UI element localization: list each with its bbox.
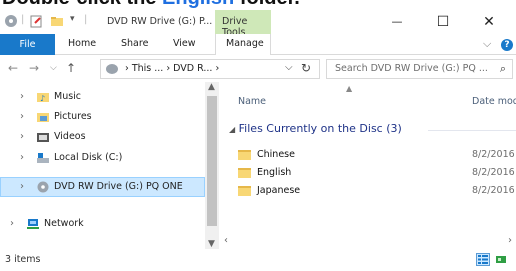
file-name: Japanese: [257, 185, 301, 196]
group-header[interactable]: ◢ Files Currently on the Disc (3): [229, 122, 402, 135]
file-list-pane: ▲ Name Date mod ◢ Files Currently on the…: [219, 82, 516, 249]
scroll-right-icon[interactable]: ›: [508, 235, 512, 246]
file-date: 8/2/2016: [472, 149, 515, 160]
ribbon-expand-icon[interactable]: ⌵: [483, 37, 491, 51]
folder-icon: [238, 186, 251, 196]
svg-text:♪: ♪: [40, 94, 45, 103]
details-view-icon: [478, 255, 488, 264]
large-icons-view-button[interactable]: [494, 253, 508, 266]
address-field[interactable]: › This ... › DVD R... › ⌵ ↻: [100, 59, 320, 79]
expand-chevron-icon[interactable]: ›: [20, 181, 24, 192]
network-icon: [27, 219, 39, 229]
ribbon-tabs: File Home Share View Manage ⌵ ?: [0, 34, 516, 55]
window-title: DVD RW Drive (G:) P...: [107, 16, 213, 27]
search-input[interactable]: Search DVD RW Drive (G:) PQ ... ⌕: [326, 59, 513, 79]
tab-home[interactable]: Home: [68, 38, 96, 49]
file-name: Chinese: [257, 149, 295, 160]
file-row-japanese[interactable]: Japanese 8/2/2016: [219, 182, 516, 200]
tab-file[interactable]: File: [0, 34, 55, 55]
pictures-folder-icon: [37, 113, 49, 122]
drive-icon: [106, 64, 118, 74]
nav-item-label: DVD RW Drive (G:) PQ ONE: [54, 181, 183, 192]
collapse-group-icon[interactable]: ◢: [229, 125, 235, 134]
address-dropdown-icon[interactable]: ⌵: [285, 62, 293, 73]
scrollbar-thumb[interactable]: [207, 96, 217, 226]
properties-icon[interactable]: [29, 14, 43, 28]
search-icon[interactable]: ⌕: [500, 62, 506, 76]
expand-chevron-icon[interactable]: ›: [20, 111, 24, 122]
nav-item-videos[interactable]: › Videos: [0, 127, 205, 147]
drive-tools-context-tab[interactable]: Drive Tools: [215, 10, 271, 38]
navigation-pane: › ♪ Music › Pictures › Videos › Local Di…: [0, 82, 219, 249]
music-folder-icon: ♪: [37, 93, 49, 103]
tab-view[interactable]: View: [173, 38, 196, 49]
file-date: 8/2/2016: [472, 167, 515, 178]
scroll-left-icon[interactable]: ‹: [224, 235, 228, 246]
group-header-label: Files Currently on the Disc (3): [238, 122, 402, 135]
forward-arrow-icon[interactable]: →: [29, 61, 39, 75]
file-row-english[interactable]: English 8/2/2016: [219, 164, 516, 182]
up-arrow-icon[interactable]: ↑: [66, 61, 76, 75]
status-bar: 3 items: [0, 249, 516, 271]
instruction-text: Double-click the English folder.: [2, 0, 300, 10]
new-folder-icon[interactable]: [50, 14, 64, 28]
nav-item-label: Videos: [54, 131, 86, 142]
expand-chevron-icon[interactable]: ›: [20, 152, 24, 163]
folder-icon: [238, 168, 251, 178]
scroll-up-icon[interactable]: ▲: [208, 82, 215, 92]
address-bar-row: ← → ⌵ ↑ › This ... › DVD R... › ⌵ ↻ Sear…: [0, 56, 516, 82]
file-date: 8/2/2016: [472, 185, 515, 196]
expand-chevron-icon[interactable]: ›: [20, 91, 24, 102]
explorer-drive-icon: [5, 15, 17, 27]
videos-folder-icon: [37, 133, 49, 142]
sort-ascending-icon: ▲: [346, 84, 353, 93]
recent-locations-icon[interactable]: ⌵: [50, 63, 57, 73]
group-divider: [428, 130, 516, 131]
search-placeholder: Search DVD RW Drive (G:) PQ ...: [335, 63, 488, 74]
item-count: 3 items: [5, 254, 41, 265]
file-name: English: [257, 167, 292, 178]
scroll-down-icon[interactable]: ▼: [208, 239, 215, 249]
nav-item-label: Pictures: [54, 111, 92, 122]
nav-item-label: Network: [44, 218, 84, 229]
maximize-button[interactable]: ☐: [420, 10, 466, 34]
nav-item-local-disk[interactable]: › Local Disk (C:): [0, 148, 205, 168]
refresh-icon[interactable]: ↻: [301, 61, 311, 75]
tab-manage-label: Manage: [226, 38, 264, 49]
file-list-horizontal-scrollbar[interactable]: ‹ ›: [219, 235, 516, 249]
dvd-drive-icon: [37, 181, 49, 193]
nav-pane-scrollbar[interactable]: ▲ ▼: [205, 82, 219, 249]
divider: |: [84, 14, 88, 25]
address-path: › This ... › DVD R... ›: [125, 63, 220, 74]
instruction-banner: Double-click the English folder.: [0, 0, 516, 10]
tab-share[interactable]: Share: [121, 38, 148, 49]
column-header-name[interactable]: Name: [238, 96, 266, 107]
nav-item-dvd-drive[interactable]: › DVD RW Drive (G:) PQ ONE: [0, 177, 205, 197]
tab-manage[interactable]: Manage: [215, 34, 271, 55]
help-icon[interactable]: ?: [501, 39, 513, 51]
nav-item-label: Music: [54, 91, 82, 102]
expand-chevron-icon[interactable]: ›: [20, 131, 24, 142]
file-row-chinese[interactable]: Chinese 8/2/2016: [219, 146, 516, 164]
divider: |: [21, 14, 25, 25]
local-disk-icon: [37, 153, 49, 163]
expand-chevron-icon[interactable]: ›: [10, 218, 14, 229]
nav-item-label: Local Disk (C:): [54, 152, 123, 163]
minimize-button[interactable]: —: [374, 10, 420, 34]
nav-item-network[interactable]: › Network: [0, 214, 205, 234]
folder-icon: [238, 150, 251, 160]
nav-item-pictures[interactable]: › Pictures: [0, 107, 205, 127]
back-arrow-icon[interactable]: ←: [8, 61, 18, 75]
large-icons-view-icon: [496, 256, 506, 263]
quick-access-dropdown-icon[interactable]: ▾: [70, 14, 75, 24]
nav-item-music[interactable]: › ♪ Music: [0, 87, 205, 107]
column-header-date-modified[interactable]: Date mod: [472, 96, 516, 107]
close-button[interactable]: ✕: [466, 10, 512, 34]
details-view-button[interactable]: [476, 253, 490, 266]
